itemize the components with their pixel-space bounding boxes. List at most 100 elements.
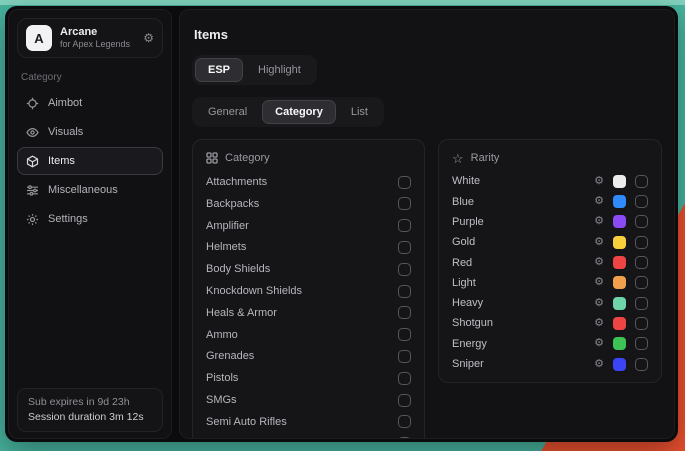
checkbox[interactable] [398,415,411,428]
category-row: Amplifier [206,215,411,237]
rarity-row: Blue ⚙ [452,191,648,211]
rarity-row: Purple ⚙ [452,212,648,232]
checkbox[interactable] [635,358,648,371]
checkbox[interactable] [635,256,648,269]
sidebar-item-aimbot[interactable]: Aimbot [17,89,163,117]
color-swatch[interactable] [613,256,626,269]
color-swatch[interactable] [613,297,626,310]
gear-icon[interactable]: ⚙ [594,359,604,370]
view-tab-list[interactable]: List [338,100,381,124]
category-row-label: Amplifier [206,220,249,232]
checkbox[interactable] [635,236,648,249]
mode-tab-esp[interactable]: ESP [195,58,243,82]
checkbox[interactable] [635,317,648,330]
sidebar-item-settings[interactable]: Settings [17,205,163,233]
category-row: Semi Auto Rifles [206,411,411,433]
category-row-label: SMGs [206,394,237,406]
star-icon: ☆ [452,152,464,165]
gear-icon[interactable]: ⚙ [594,277,604,288]
color-swatch[interactable] [613,317,626,330]
category-row-label: Attachments [206,176,267,188]
category-row: Ammo [206,324,411,346]
checkbox[interactable] [398,394,411,407]
checkbox[interactable] [398,437,411,439]
view-tab-category[interactable]: Category [262,100,336,124]
checkbox[interactable] [398,219,411,232]
color-swatch[interactable] [613,195,626,208]
sidebar-item-visuals[interactable]: Visuals [17,118,163,146]
rarity-row-label: Sniper [452,358,484,370]
category-panel: Category Attachments Backpacks Amplifier… [192,139,425,439]
checkbox[interactable] [635,276,648,289]
eye-icon [26,126,39,139]
checkbox[interactable] [398,197,411,210]
gear-icon[interactable]: ⚙ [594,176,604,187]
color-swatch[interactable] [613,276,626,289]
checkbox[interactable] [398,306,411,319]
color-swatch[interactable] [613,236,626,249]
checkbox[interactable] [635,297,648,310]
view-tab-general[interactable]: General [195,100,260,124]
rarity-row: Gold ⚙ [452,232,648,252]
category-row: Knockdown Shields [206,280,411,302]
gear-icon[interactable]: ⚙ [594,257,604,268]
rarity-row-label: Light [452,277,476,289]
rarity-row: Shotgun ⚙ [452,313,648,333]
wallpaper-mint-strip [0,0,685,5]
gear-icon[interactable]: ⚙ [594,196,604,207]
rarity-row-label: Blue [452,196,474,208]
panels-row: Category Attachments Backpacks Amplifier… [190,139,664,439]
checkbox[interactable] [398,285,411,298]
brand-header: A Arcane for Apex Legends ⚙ [17,18,163,58]
checkbox[interactable] [398,350,411,363]
checkbox[interactable] [398,372,411,385]
checkbox[interactable] [635,195,648,208]
sidebar-item-label: Items [48,155,75,167]
sidebar: A Arcane for Apex Legends ⚙ Category Aim… [8,9,172,439]
color-swatch[interactable] [613,175,626,188]
checkbox[interactable] [398,241,411,254]
rarity-row: Light ⚙ [452,273,648,293]
sub-expiry-text: Sub expires in 9d 23h [28,395,152,410]
rarity-panel: ☆ Rarity White ⚙ Blue ⚙ Purple ⚙ Gold ⚙ [438,139,662,383]
rarity-row-label: Energy [452,338,487,350]
app-logo: A [26,25,52,51]
color-swatch[interactable] [613,337,626,350]
color-swatch[interactable] [613,215,626,228]
app-subtitle: for Apex Legends [60,39,130,50]
crosshair-icon [26,97,39,110]
checkbox[interactable] [635,175,648,188]
gear-icon[interactable]: ⚙ [594,338,604,349]
page-title: Items [194,27,660,42]
gear-icon[interactable]: ⚙ [594,216,604,227]
gear-icon[interactable]: ⚙ [143,32,154,44]
checkbox[interactable] [635,215,648,228]
rarity-row: White ⚙ [452,171,648,191]
category-row: Heals & Armor [206,302,411,324]
category-row-label: Assault Rifles [206,438,273,439]
sliders-icon [26,184,39,197]
gear-icon[interactable]: ⚙ [594,237,604,248]
app-window: A Arcane for Apex Legends ⚙ Category Aim… [5,6,678,442]
sidebar-item-miscellaneous[interactable]: Miscellaneous [17,176,163,204]
category-row: Pistols [206,367,411,389]
sidebar-item-items[interactable]: Items [17,147,163,175]
color-swatch[interactable] [613,358,626,371]
category-row: Backpacks [206,193,411,215]
checkbox[interactable] [398,328,411,341]
sidebar-section-label: Category [21,72,159,83]
checkbox[interactable] [398,263,411,276]
category-row: SMGs [206,389,411,411]
app-title: Arcane [60,26,130,40]
mode-tab-highlight[interactable]: Highlight [245,58,314,82]
rarity-row: Heavy ⚙ [452,293,648,313]
checkbox[interactable] [398,176,411,189]
sidebar-item-label: Settings [48,213,88,225]
checkbox[interactable] [635,337,648,350]
gear-icon [26,213,39,226]
rarity-row-label: Gold [452,236,475,248]
rarity-row: Red ⚙ [452,252,648,272]
category-row-label: Grenades [206,350,254,362]
gear-icon[interactable]: ⚙ [594,318,604,329]
gear-icon[interactable]: ⚙ [594,298,604,309]
